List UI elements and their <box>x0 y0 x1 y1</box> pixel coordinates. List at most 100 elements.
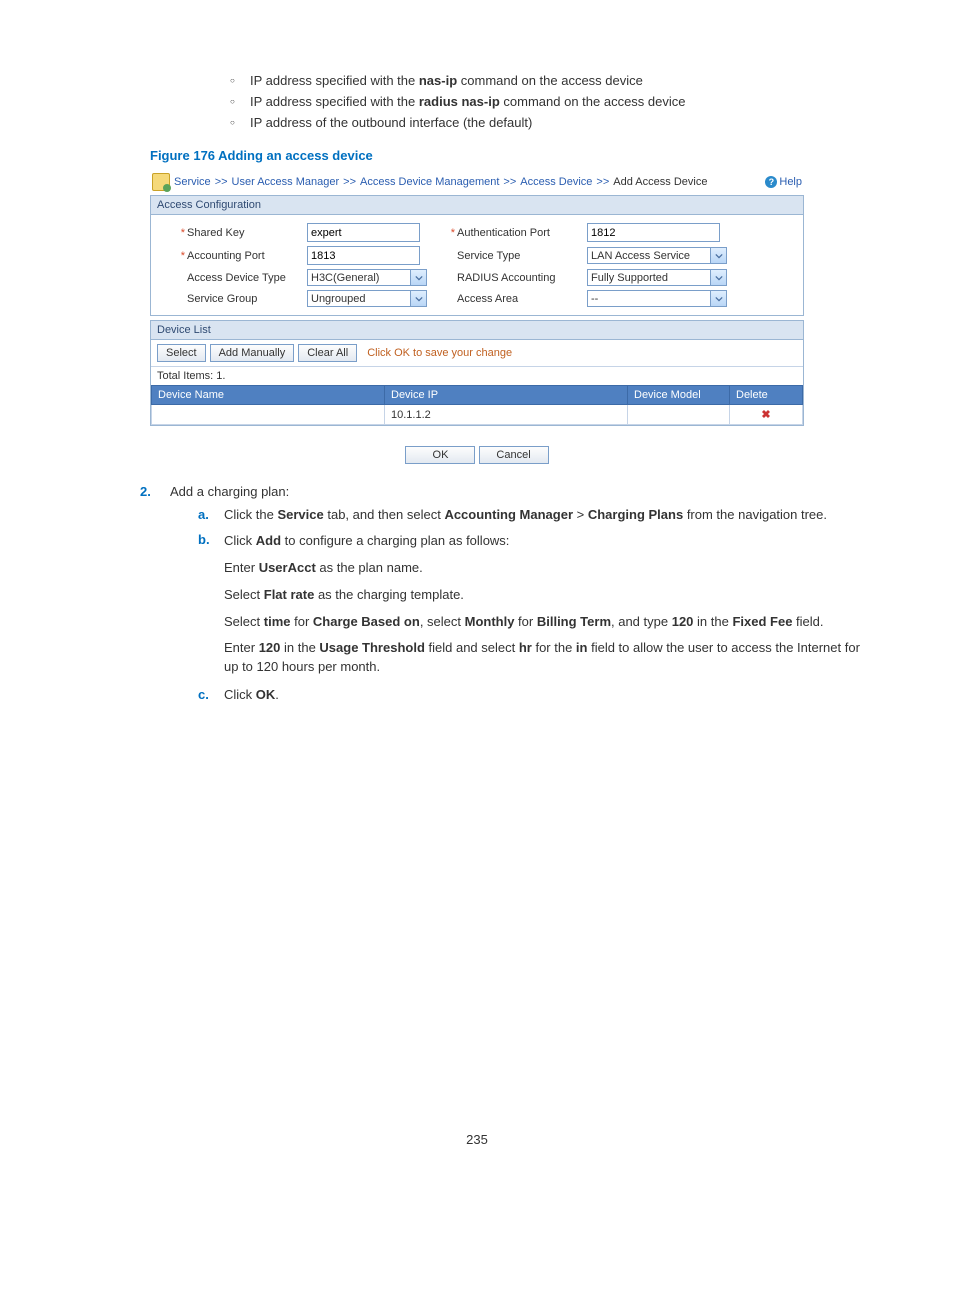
text: command on the access device <box>457 73 643 88</box>
text: Click the <box>224 507 277 522</box>
bold: Billing Term <box>537 614 611 629</box>
help-icon: ? <box>765 176 777 188</box>
field-label: Service Group <box>187 293 307 305</box>
text: > <box>573 507 588 522</box>
clear-all-button[interactable]: Clear All <box>298 344 357 362</box>
bold: Monthly <box>465 614 515 629</box>
panel-header: Access Configuration <box>151 196 803 215</box>
required-marker: * <box>157 227 187 239</box>
add-manually-button[interactable]: Add Manually <box>210 344 295 362</box>
breadcrumb-sep: >> <box>343 176 356 188</box>
text: , select <box>420 614 465 629</box>
text: for the <box>532 640 576 655</box>
text: Click <box>224 687 256 702</box>
field-label: Access Area <box>457 293 587 305</box>
select-value: H3C(General) <box>311 272 379 284</box>
text: in the <box>280 640 319 655</box>
bullet-item: IP address of the outbound interface (th… <box>230 115 864 130</box>
text: IP address specified with the <box>250 94 419 109</box>
cell-device-model <box>628 405 730 425</box>
text: in the <box>693 614 732 629</box>
bold: time <box>264 614 291 629</box>
breadcrumb-link[interactable]: Access Device Management <box>360 176 499 188</box>
chevron-down-icon <box>410 270 426 285</box>
text: IP address of the outbound interface (th… <box>250 115 532 130</box>
help-link[interactable]: ? Help <box>765 176 802 188</box>
form-grid: * Shared Key * Authentication Port * Acc… <box>151 215 803 315</box>
acct-port-input[interactable] <box>307 246 420 265</box>
list-item: c. Click OK. <box>198 687 864 702</box>
bold: radius nas-ip <box>419 94 500 109</box>
cell-device-name <box>152 405 385 425</box>
text: Select <box>224 587 264 602</box>
breadcrumb-current: Add Access Device <box>613 176 707 188</box>
table-header-row: Device Name Device IP Device Model Delet… <box>152 386 803 405</box>
bold: Add <box>256 533 281 548</box>
total-items: Total Items: 1. <box>151 366 803 385</box>
substep-marker: a. <box>198 507 209 522</box>
bold: UserAcct <box>259 560 316 575</box>
list-item: b. Click Add to configure a charging pla… <box>198 532 864 677</box>
breadcrumb-sep: >> <box>215 176 228 188</box>
breadcrumb: Service >> User Access Manager >> Access… <box>150 169 804 195</box>
bold: nas-ip <box>419 73 457 88</box>
select-value: -- <box>591 293 598 305</box>
breadcrumb-link[interactable]: Service <box>174 176 211 188</box>
bold: 120 <box>672 614 694 629</box>
list-item: a. Click the Service tab, and then selec… <box>198 507 864 522</box>
breadcrumb-link[interactable]: User Access Manager <box>232 176 340 188</box>
page-number: 235 <box>90 1132 864 1147</box>
breadcrumb-link[interactable]: Access Device <box>520 176 592 188</box>
text: IP address specified with the <box>250 73 419 88</box>
substep-marker: c. <box>198 687 209 702</box>
cell-device-ip: 10.1.1.2 <box>385 405 628 425</box>
breadcrumb-sep: >> <box>596 176 609 188</box>
text: Select <box>224 614 264 629</box>
device-list-panel: Device List Select Add Manually Clear Al… <box>150 320 804 426</box>
access-config-panel: Access Configuration * Shared Key * Auth… <box>150 195 804 316</box>
bullet-list: IP address specified with the nas-ip com… <box>190 73 864 130</box>
text: from the navigation tree. <box>683 507 827 522</box>
ok-button[interactable]: OK <box>405 446 475 464</box>
radius-acct-select[interactable]: Fully Supported <box>587 269 727 286</box>
bold: 120 <box>259 640 281 655</box>
bold: Flat rate <box>264 587 315 602</box>
bullet-item: IP address specified with the radius nas… <box>230 94 864 109</box>
dialog-buttons: OK Cancel <box>150 446 804 464</box>
col-delete: Delete <box>730 386 803 405</box>
bold: OK <box>256 687 276 702</box>
chevron-down-icon <box>710 291 726 306</box>
bold: hr <box>519 640 532 655</box>
text: field. <box>792 614 823 629</box>
field-label: Authentication Port <box>457 227 587 239</box>
text: tab, and then select <box>324 507 445 522</box>
field-label: Accounting Port <box>187 250 307 262</box>
numbered-list: 2. Add a charging plan: a. Click the Ser… <box>140 484 864 702</box>
text: as the charging template. <box>314 587 464 602</box>
device-table: Device Name Device IP Device Model Delet… <box>151 385 803 425</box>
cancel-button[interactable]: Cancel <box>479 446 549 464</box>
help-label: Help <box>779 176 802 188</box>
delete-row-button[interactable]: ✖ <box>730 405 803 425</box>
text: for <box>514 614 536 629</box>
access-area-select[interactable]: -- <box>587 290 727 307</box>
hint-text: Click OK to save your change <box>361 347 512 359</box>
auth-port-input[interactable] <box>587 223 720 242</box>
chevron-down-icon <box>710 248 726 263</box>
text: Enter <box>224 560 259 575</box>
sub-list: a. Click the Service tab, and then selec… <box>198 507 864 702</box>
text: for <box>290 614 312 629</box>
service-group-select[interactable]: Ungrouped <box>307 290 427 307</box>
col-device-ip: Device IP <box>385 386 628 405</box>
select-value: Fully Supported <box>591 272 668 284</box>
bold: Usage Threshold <box>319 640 424 655</box>
select-button[interactable]: Select <box>157 344 206 362</box>
bullet-item: IP address specified with the nas-ip com… <box>230 73 864 88</box>
screenshot-panel: Service >> User Access Manager >> Access… <box>150 169 804 464</box>
shared-key-input[interactable] <box>307 223 420 242</box>
field-label: Access Device Type <box>187 272 307 284</box>
step-number: 2. <box>140 484 151 499</box>
service-type-select[interactable]: LAN Access Service <box>587 247 727 264</box>
device-type-select[interactable]: H3C(General) <box>307 269 427 286</box>
text: to configure a charging plan as follows: <box>281 533 509 548</box>
